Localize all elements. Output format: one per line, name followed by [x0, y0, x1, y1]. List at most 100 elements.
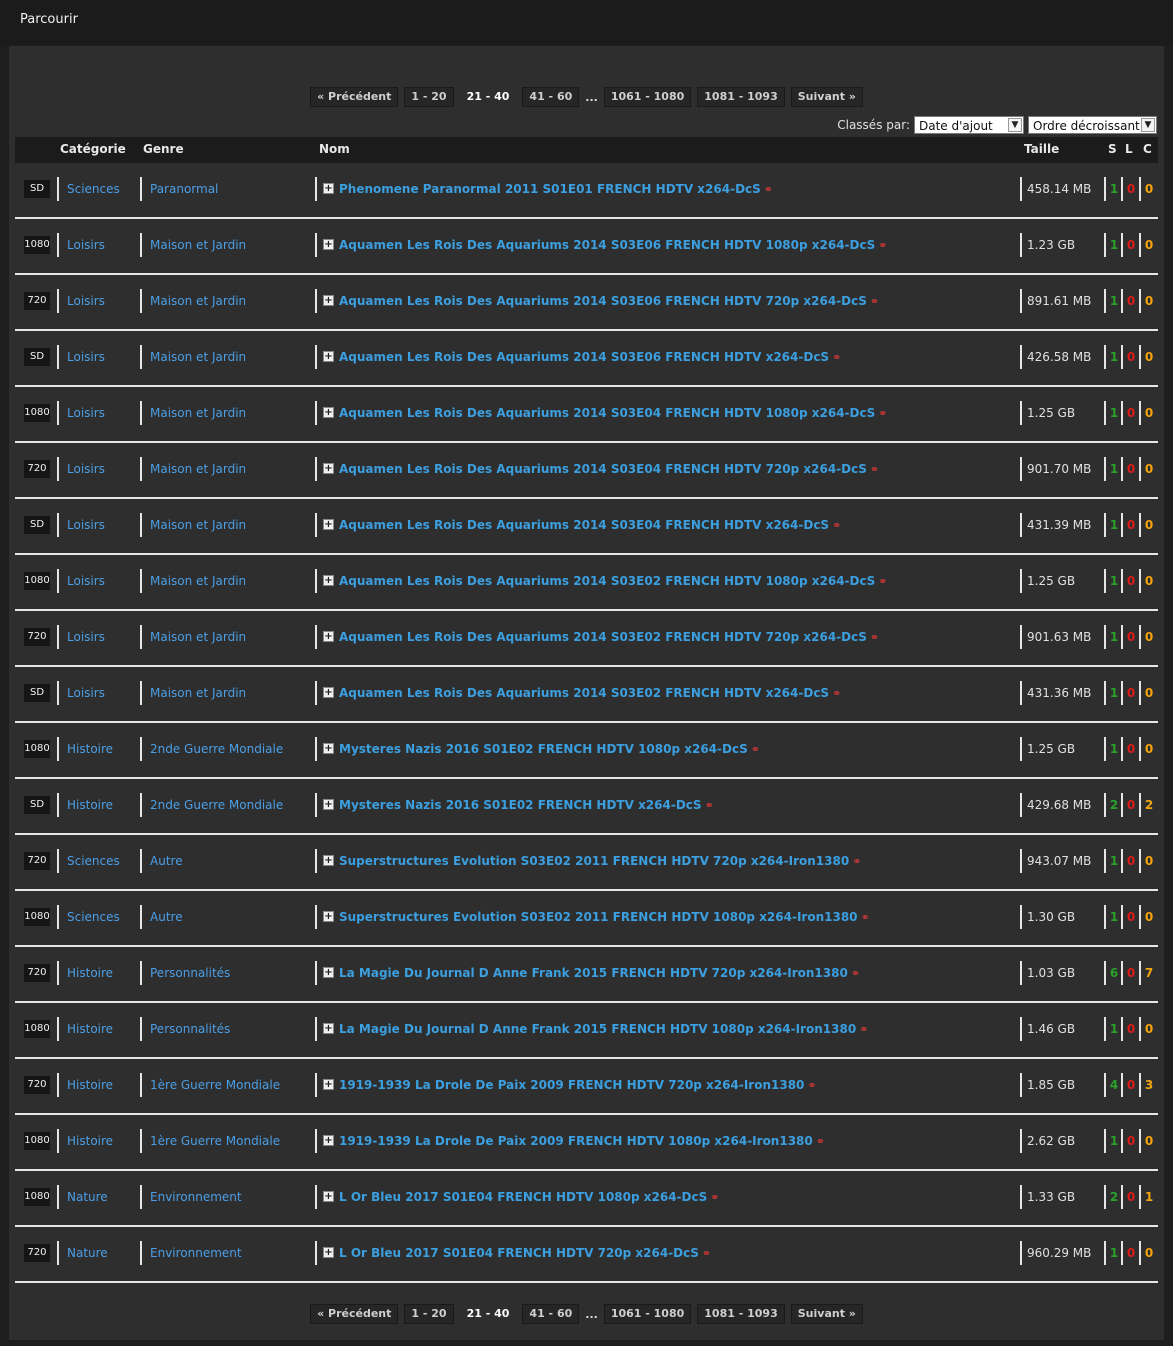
- genre-link[interactable]: Paranormal: [150, 182, 218, 196]
- torrent-name-link[interactable]: 1919-1939 La Drole De Paix 2009 FRENCH H…: [339, 1134, 825, 1148]
- torrent-name-link[interactable]: Aquamen Les Rois Des Aquariums 2014 S03E…: [339, 630, 879, 644]
- category-link[interactable]: Histoire: [67, 1022, 113, 1036]
- plus-box-icon[interactable]: +: [323, 1023, 334, 1034]
- genre-link[interactable]: Maison et Jardin: [150, 406, 246, 420]
- page-button[interactable]: 1 - 20: [404, 1304, 454, 1324]
- page-button[interactable]: 1061 - 1080: [603, 87, 692, 107]
- genre-link[interactable]: Personnalités: [150, 966, 230, 980]
- genre-link[interactable]: Autre: [150, 910, 183, 924]
- sort-order-select[interactable]: Ordre décroissant ▼: [1028, 116, 1157, 134]
- genre-link[interactable]: Maison et Jardin: [150, 518, 246, 532]
- page-button[interactable]: 1081 - 1093: [697, 87, 785, 107]
- genre-link[interactable]: Environnement: [150, 1246, 242, 1260]
- chain-link-icon[interactable]: ⚭: [764, 183, 773, 196]
- chain-link-icon[interactable]: ⚭: [878, 407, 887, 420]
- chain-link-icon[interactable]: ⚭: [832, 519, 841, 532]
- torrent-name-link[interactable]: 1919-1939 La Drole De Paix 2009 FRENCH H…: [339, 1078, 817, 1092]
- torrent-name-link[interactable]: Mysteres Nazis 2016 S01E02 FRENCH HDTV 1…: [339, 742, 760, 756]
- genre-link[interactable]: 1ère Guerre Mondiale: [150, 1078, 280, 1092]
- chain-link-icon[interactable]: ⚭: [859, 1023, 868, 1036]
- torrent-name-link[interactable]: Aquamen Les Rois Des Aquariums 2014 S03E…: [339, 518, 841, 532]
- next-button[interactable]: Suivant »: [790, 1304, 863, 1324]
- category-link[interactable]: Loisirs: [67, 350, 105, 364]
- chain-link-icon[interactable]: ⚭: [705, 799, 714, 812]
- torrent-name-link[interactable]: Aquamen Les Rois Des Aquariums 2014 S03E…: [339, 406, 887, 420]
- category-link[interactable]: Histoire: [67, 742, 113, 756]
- chain-link-icon[interactable]: ⚭: [878, 575, 887, 588]
- col-nom[interactable]: Nom: [319, 142, 350, 156]
- plus-box-icon[interactable]: +: [323, 743, 334, 754]
- page-button[interactable]: 21 - 40: [459, 87, 517, 107]
- genre-link[interactable]: Personnalités: [150, 1022, 230, 1036]
- col-s[interactable]: S: [1108, 142, 1117, 156]
- category-link[interactable]: Histoire: [67, 966, 113, 980]
- chain-link-icon[interactable]: ⚭: [751, 743, 760, 756]
- col-c[interactable]: C: [1143, 142, 1152, 156]
- category-link[interactable]: Sciences: [67, 910, 120, 924]
- genre-link[interactable]: 2nde Guerre Mondiale: [150, 742, 283, 756]
- chain-link-icon[interactable]: ⚭: [710, 1191, 719, 1204]
- plus-box-icon[interactable]: +: [323, 575, 334, 586]
- category-link[interactable]: Loisirs: [67, 686, 105, 700]
- prev-button[interactable]: « Précédent: [310, 87, 399, 107]
- chain-link-icon[interactable]: ⚭: [870, 295, 879, 308]
- plus-box-icon[interactable]: +: [323, 407, 334, 418]
- category-link[interactable]: Sciences: [67, 182, 120, 196]
- genre-link[interactable]: 2nde Guerre Mondiale: [150, 798, 283, 812]
- next-button[interactable]: Suivant »: [790, 87, 863, 107]
- chain-link-icon[interactable]: ⚭: [878, 239, 887, 252]
- sort-field-select[interactable]: Date d'ajout ▼: [914, 116, 1024, 134]
- category-link[interactable]: Histoire: [67, 798, 113, 812]
- chain-link-icon[interactable]: ⚭: [816, 1135, 825, 1148]
- page-button[interactable]: 1 - 20: [404, 87, 454, 107]
- torrent-name-link[interactable]: Aquamen Les Rois Des Aquariums 2014 S03E…: [339, 238, 887, 252]
- category-link[interactable]: Loisirs: [67, 630, 105, 644]
- genre-link[interactable]: Environnement: [150, 1190, 242, 1204]
- category-link[interactable]: Loisirs: [67, 406, 105, 420]
- genre-link[interactable]: Maison et Jardin: [150, 462, 246, 476]
- genre-link[interactable]: 1ère Guerre Mondiale: [150, 1134, 280, 1148]
- torrent-name-link[interactable]: Superstructures Evolution S03E02 2011 FR…: [339, 910, 870, 924]
- plus-box-icon[interactable]: +: [323, 519, 334, 530]
- genre-link[interactable]: Maison et Jardin: [150, 294, 246, 308]
- plus-box-icon[interactable]: +: [323, 687, 334, 698]
- genre-link[interactable]: Maison et Jardin: [150, 238, 246, 252]
- plus-box-icon[interactable]: +: [323, 351, 334, 362]
- chain-link-icon[interactable]: ⚭: [861, 911, 870, 924]
- col-l[interactable]: L: [1125, 142, 1133, 156]
- torrent-name-link[interactable]: L Or Bleu 2017 S01E04 FRENCH HDTV 720p x…: [339, 1246, 711, 1260]
- genre-link[interactable]: Maison et Jardin: [150, 630, 246, 644]
- genre-link[interactable]: Maison et Jardin: [150, 686, 246, 700]
- category-link[interactable]: Loisirs: [67, 574, 105, 588]
- plus-box-icon[interactable]: +: [323, 1191, 334, 1202]
- torrent-name-link[interactable]: L Or Bleu 2017 S01E04 FRENCH HDTV 1080p …: [339, 1190, 719, 1204]
- chain-link-icon[interactable]: ⚭: [832, 351, 841, 364]
- plus-box-icon[interactable]: +: [323, 239, 334, 250]
- genre-link[interactable]: Autre: [150, 854, 183, 868]
- chain-link-icon[interactable]: ⚭: [832, 687, 841, 700]
- col-genre[interactable]: Genre: [143, 142, 184, 156]
- category-link[interactable]: Sciences: [67, 854, 120, 868]
- torrent-name-link[interactable]: Aquamen Les Rois Des Aquariums 2014 S03E…: [339, 686, 841, 700]
- torrent-name-link[interactable]: Mysteres Nazis 2016 S01E02 FRENCH HDTV x…: [339, 798, 714, 812]
- category-link[interactable]: Histoire: [67, 1078, 113, 1092]
- chain-link-icon[interactable]: ⚭: [870, 631, 879, 644]
- category-link[interactable]: Loisirs: [67, 462, 105, 476]
- plus-box-icon[interactable]: +: [323, 1079, 334, 1090]
- genre-link[interactable]: Maison et Jardin: [150, 574, 246, 588]
- category-link[interactable]: Loisirs: [67, 518, 105, 532]
- plus-box-icon[interactable]: +: [323, 463, 334, 474]
- plus-box-icon[interactable]: +: [323, 911, 334, 922]
- plus-box-icon[interactable]: +: [323, 631, 334, 642]
- torrent-name-link[interactable]: Aquamen Les Rois Des Aquariums 2014 S03E…: [339, 294, 879, 308]
- chain-link-icon[interactable]: ⚭: [807, 1079, 816, 1092]
- chain-link-icon[interactable]: ⚭: [852, 855, 861, 868]
- category-link[interactable]: Histoire: [67, 1134, 113, 1148]
- page-button[interactable]: 21 - 40: [459, 1304, 517, 1324]
- torrent-name-link[interactable]: La Magie Du Journal D Anne Frank 2015 FR…: [339, 1022, 868, 1036]
- torrent-name-link[interactable]: Phenomene Paranormal 2011 S01E01 FRENCH …: [339, 182, 773, 196]
- page-button[interactable]: 1081 - 1093: [697, 1304, 785, 1324]
- plus-box-icon[interactable]: +: [323, 799, 334, 810]
- col-categorie[interactable]: Catégorie: [60, 142, 126, 156]
- category-link[interactable]: Loisirs: [67, 238, 105, 252]
